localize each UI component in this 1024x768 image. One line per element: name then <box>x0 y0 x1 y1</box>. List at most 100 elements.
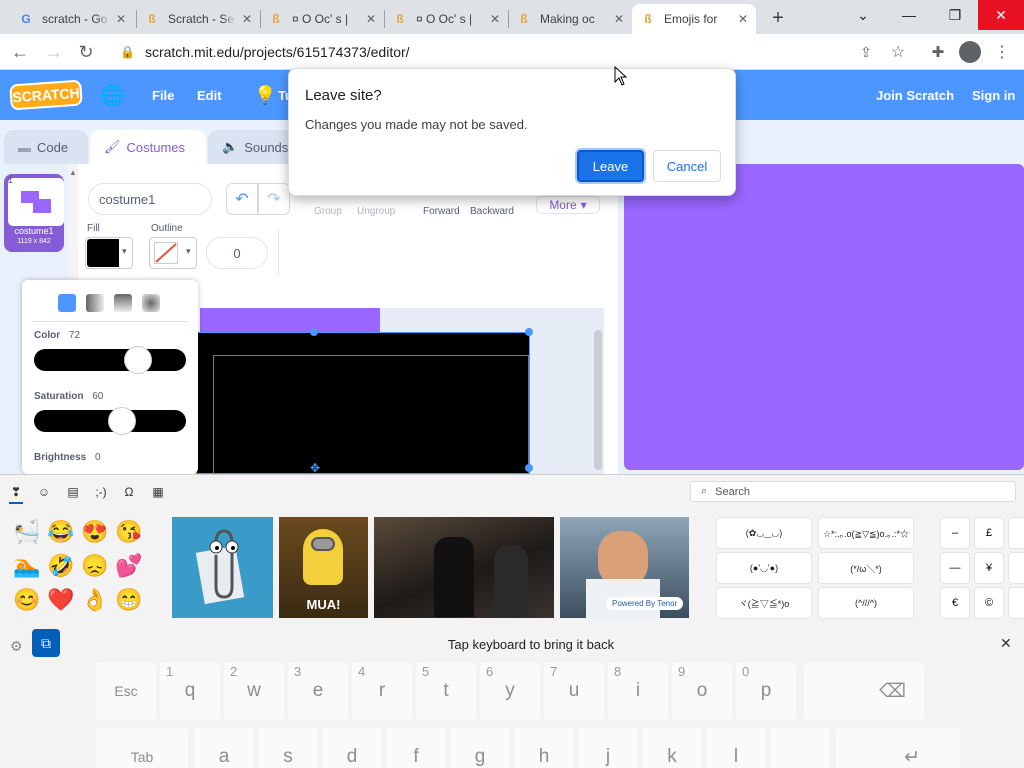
redo-icon[interactable]: ↷ <box>258 183 290 215</box>
url-field[interactable]: 🔒 scratch.mit.edu/projects/615174373/edi… <box>110 38 910 66</box>
scratch-logo[interactable]: SCRATCH <box>9 79 83 111</box>
emoji-search-input[interactable]: ⌕ Search <box>690 481 1016 502</box>
key-apostrophe[interactable] <box>770 728 830 768</box>
gif-minion[interactable]: MUA! <box>279 517 368 618</box>
ungroup-button[interactable]: Ungroup <box>357 206 395 217</box>
kaomoji-tab-icon[interactable]: ;-) <box>90 483 112 501</box>
key-e[interactable]: 3e <box>288 662 348 720</box>
symbol-item[interactable]: — <box>940 552 970 584</box>
browser-tab[interactable]: ß Making oc ✕ <box>508 4 632 34</box>
emoji-item[interactable]: 😊 <box>12 585 42 615</box>
costume-name-input[interactable]: costume1 <box>88 183 212 215</box>
close-keyboard-icon[interactable]: ✕ <box>1000 635 1012 652</box>
close-tab-icon[interactable]: ✕ <box>116 12 126 26</box>
key-t[interactable]: 5t <box>416 662 476 720</box>
key-u[interactable]: 7u <box>544 662 604 720</box>
undo-icon[interactable]: ↶ <box>226 183 258 215</box>
rotation-handle-icon[interactable]: ✥ <box>310 461 320 475</box>
symbol-item[interactable]: ¥ <box>974 552 1004 584</box>
kaomoji-item[interactable]: (^///^) <box>818 587 914 619</box>
key-p[interactable]: 0p <box>736 662 796 720</box>
enter-key[interactable]: ↵ <box>836 728 960 768</box>
key-a[interactable]: a <box>194 728 254 768</box>
selection-handle[interactable] <box>525 328 533 336</box>
menu-file[interactable]: File <box>152 70 174 120</box>
kaomoji-item[interactable]: (*/ω＼*) <box>818 552 914 584</box>
language-globe-icon[interactable]: 🌐 <box>100 70 125 120</box>
group-button[interactable]: Group <box>314 206 342 217</box>
outline-color-swatch[interactable]: ▾ <box>149 237 197 269</box>
tab-search-icon[interactable]: ⌄ <box>840 0 886 30</box>
cancel-button[interactable]: Cancel <box>653 150 721 182</box>
key-j[interactable]: j <box>578 728 638 768</box>
selection-handle[interactable] <box>525 464 533 472</box>
fill-color-swatch[interactable]: ▾ <box>85 237 133 269</box>
close-tab-icon[interactable]: ✕ <box>242 12 252 26</box>
key-r[interactable]: 4r <box>352 662 412 720</box>
extensions-icon[interactable]: ✚ <box>922 34 954 70</box>
browser-tab[interactable]: G scratch - Go ✕ <box>10 4 134 34</box>
emoji-item[interactable]: 😞 <box>80 551 110 581</box>
gif-tab-icon[interactable]: ▤ <box>62 483 84 501</box>
kaomoji-item[interactable]: ☆*:.｡.o(≧▽≦)o.｡.:*☆ <box>818 517 914 549</box>
stage-canvas[interactable] <box>624 164 1024 470</box>
forward-icon[interactable]: → <box>38 34 70 70</box>
emoji-item[interactable]: 🏊 <box>12 551 42 581</box>
key-i[interactable]: 8i <box>608 662 668 720</box>
bookmark-star-icon[interactable]: ☆ <box>882 34 914 70</box>
black-rectangle[interactable] <box>196 332 530 475</box>
tab-costumes[interactable]: 🖌 Costumes <box>90 130 206 164</box>
symbol-item[interactable] <box>1008 552 1024 584</box>
close-tab-icon[interactable]: ✕ <box>738 12 748 26</box>
tutorials-bulb-icon[interactable]: 💡 <box>254 70 276 120</box>
profile-avatar-icon[interactable] <box>959 41 981 63</box>
back-icon[interactable]: ← <box>4 34 36 70</box>
emoji-item[interactable]: 💕 <box>114 551 144 581</box>
recent-heart-icon[interactable]: ❣ <box>5 483 27 501</box>
close-tab-icon[interactable]: ✕ <box>366 12 376 26</box>
menu-edit[interactable]: Edit <box>197 70 222 120</box>
browser-tab[interactable]: ß ¤ O Oc' s | ✕ <box>384 4 508 34</box>
clipboard-tab-icon[interactable]: ▦ <box>147 483 169 501</box>
tab-sounds[interactable]: 🔈 Sounds <box>208 130 300 164</box>
backspace-key[interactable]: ⌫ <box>804 662 924 720</box>
key-h[interactable]: h <box>514 728 574 768</box>
forward-button[interactable]: Forward <box>423 206 460 217</box>
key-k[interactable]: k <box>642 728 702 768</box>
gif-excited-man[interactable]: Powered By Tenor <box>560 517 689 618</box>
sign-in-link[interactable]: Sign in <box>972 70 1015 120</box>
key-o[interactable]: 9o <box>672 662 732 720</box>
radial-gradient-option[interactable] <box>142 294 160 312</box>
symbol-item[interactable]: © <box>974 587 1004 619</box>
kaomoji-item[interactable]: (●'◡'●) <box>716 552 812 584</box>
backward-button[interactable]: Backward <box>470 206 514 217</box>
symbol-item[interactable]: £ <box>974 517 1004 549</box>
close-window-button[interactable]: ✕ <box>978 0 1024 30</box>
new-tab-button[interactable]: + <box>764 4 792 32</box>
symbol-item[interactable] <box>1008 587 1024 619</box>
key-f[interactable]: f <box>386 728 446 768</box>
key-g[interactable]: g <box>450 728 510 768</box>
key-s[interactable]: s <box>258 728 318 768</box>
more-dropdown[interactable]: More ▾ <box>536 196 600 214</box>
canvas-scrollbar[interactable] <box>594 330 602 470</box>
emoji-item[interactable]: 😍 <box>80 517 110 547</box>
color-slider[interactable] <box>34 346 186 374</box>
emoji-item[interactable]: 👌 <box>80 585 110 615</box>
key-tab[interactable]: Tab <box>96 728 188 768</box>
color-slider-knob[interactable] <box>124 346 152 374</box>
symbol-item[interactable]: – <box>940 517 970 549</box>
browser-tab[interactable]: ß ¤ O Oc' s | ✕ <box>260 4 384 34</box>
restore-button[interactable]: ❐ <box>932 0 978 30</box>
costume-thumbnail[interactable]: 1 costume1 1119 x 842 <box>4 174 64 252</box>
saturation-slider-knob[interactable] <box>108 407 136 435</box>
symbols-tab-icon[interactable]: Ω <box>118 483 140 501</box>
symbol-item[interactable] <box>1008 517 1024 549</box>
browser-tab-active[interactable]: ß Emojis for ✕ <box>632 4 756 34</box>
outline-width-input[interactable]: 0 <box>206 237 268 269</box>
join-scratch-link[interactable]: Join Scratch <box>876 70 954 120</box>
reload-icon[interactable]: ↻ <box>70 34 102 70</box>
emoji-item[interactable]: 😘 <box>114 517 144 547</box>
saturation-slider[interactable] <box>34 407 186 435</box>
horizontal-gradient-option[interactable] <box>86 294 104 312</box>
